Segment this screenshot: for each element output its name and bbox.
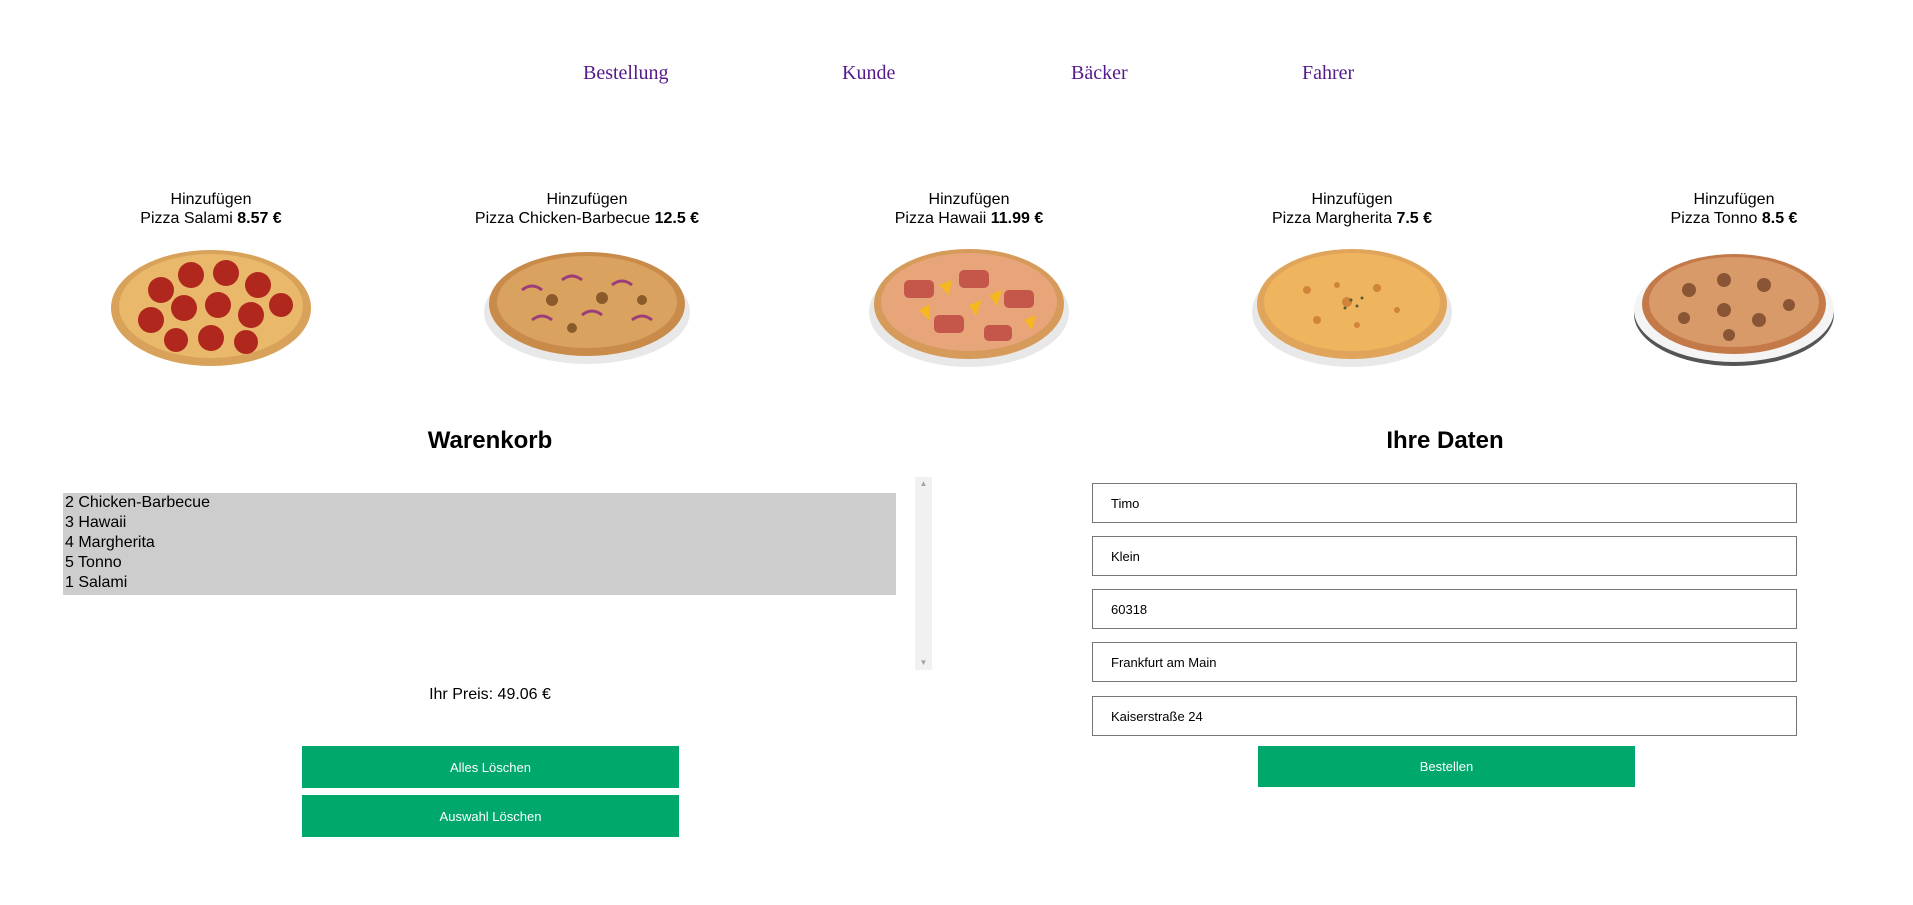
nav-bestellung[interactable]: Bestellung xyxy=(583,62,669,85)
pizza-name: Pizza Tonno xyxy=(1670,210,1758,227)
cart-total-price: Ihr Preis: 49.06 € xyxy=(429,686,551,703)
top-nav: Bestellung Kunde Bäcker Fahrer xyxy=(0,62,1913,92)
add-pizza-chicken-barbecue-link[interactable]: Hinzufügen xyxy=(447,190,727,209)
pizza-card-hawaii: Hinzufügen Pizza Hawaii 11.99 € xyxy=(829,190,1109,370)
nav-kunde[interactable]: Kunde xyxy=(842,62,895,85)
pizza-card-chicken-barbecue: Hinzufügen Pizza Chicken-Barbecue 12.5 € xyxy=(447,190,727,370)
pizza-price: 12.5 € xyxy=(654,210,700,227)
cart-item[interactable]: 1 Salami xyxy=(65,573,896,593)
cart-item[interactable]: 2 Chicken-Barbecue xyxy=(65,493,896,513)
pizza-salami-image[interactable] xyxy=(106,240,316,370)
pizza-card-tonno: Hinzufügen Pizza Tonno 8.5 € xyxy=(1594,190,1874,370)
pizza-name: Pizza Chicken-Barbecue xyxy=(474,210,651,227)
nav-fahrer[interactable]: Fahrer xyxy=(1302,62,1354,85)
cart-listbox[interactable]: 2 Chicken-Barbecue 3 Hawaii 4 Margherita… xyxy=(63,477,933,670)
cart-scrollbar[interactable]: ▲ ▼ xyxy=(915,477,932,670)
order-button[interactable]: Bestellen xyxy=(1258,746,1635,787)
add-pizza-margherita-link[interactable]: Hinzufügen xyxy=(1212,190,1492,209)
street-field[interactable] xyxy=(1092,696,1797,736)
pizza-title: Pizza Hawaii 11.99 € xyxy=(829,209,1109,228)
pizza-chicken-barbecue-image[interactable] xyxy=(482,240,692,370)
pizza-margherita-image[interactable] xyxy=(1247,240,1457,370)
pizza-name: Pizza Margherita xyxy=(1271,210,1392,227)
zip-field[interactable] xyxy=(1092,589,1797,629)
add-pizza-salami-link[interactable]: Hinzufügen xyxy=(71,190,351,209)
cart-item[interactable]: 4 Margherita xyxy=(65,533,896,553)
clear-selection-button[interactable]: Auswahl Löschen xyxy=(302,795,679,837)
pizza-title: Pizza Chicken-Barbecue 12.5 € xyxy=(447,209,727,228)
pizza-price: 8.57 € xyxy=(237,210,282,227)
nav-baecker[interactable]: Bäcker xyxy=(1071,62,1128,85)
pizza-title: Pizza Salami 8.57 € xyxy=(71,209,351,228)
scroll-down-arrow-icon[interactable]: ▼ xyxy=(915,656,932,670)
scroll-up-arrow-icon[interactable]: ▲ xyxy=(915,477,932,491)
city-field[interactable] xyxy=(1092,642,1797,682)
pizza-title: Pizza Margherita 7.5 € xyxy=(1212,209,1492,228)
cart-title: Warenkorb xyxy=(427,427,553,454)
cart-selected-items: 2 Chicken-Barbecue 3 Hawaii 4 Margherita… xyxy=(63,493,896,595)
first-name-field[interactable] xyxy=(1092,483,1797,523)
pizza-hawaii-image[interactable] xyxy=(864,240,1074,370)
pizza-card-margherita: Hinzufügen Pizza Margherita 7.5 € xyxy=(1212,190,1492,370)
pizza-name: Pizza Hawaii xyxy=(894,210,987,227)
last-name-field[interactable] xyxy=(1092,536,1797,576)
cart-item[interactable]: 5 Tonno xyxy=(65,553,896,573)
pizza-name: Pizza Salami xyxy=(140,210,233,227)
cart-item[interactable]: 3 Hawaii xyxy=(65,513,896,533)
pizza-price: 8.5 € xyxy=(1761,210,1798,227)
clear-all-button[interactable]: Alles Löschen xyxy=(302,746,679,788)
pizza-title: Pizza Tonno 8.5 € xyxy=(1594,209,1874,228)
pizza-price: 11.99 € xyxy=(990,210,1044,227)
add-pizza-tonno-link[interactable]: Hinzufügen xyxy=(1594,190,1874,209)
pizza-price: 7.5 € xyxy=(1396,210,1433,227)
pizza-card-salami: Hinzufügen Pizza Salami 8.57 € xyxy=(71,190,351,370)
add-pizza-hawaii-link[interactable]: Hinzufügen xyxy=(829,190,1109,209)
pizza-tonno-image[interactable] xyxy=(1629,240,1839,370)
customer-data-title: Ihre Daten xyxy=(1386,427,1504,454)
